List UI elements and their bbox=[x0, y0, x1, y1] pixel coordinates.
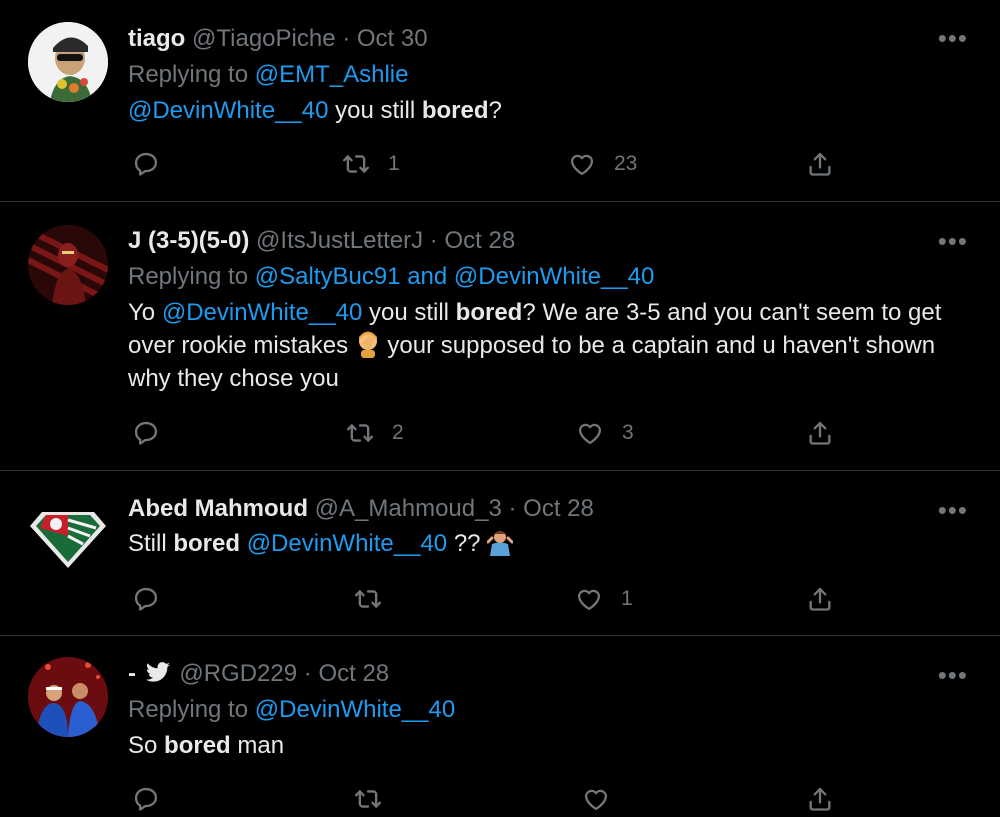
retweet-icon bbox=[346, 419, 374, 447]
replying-mention[interactable]: @SaltyBuc91 and @DevinWhite__40 bbox=[255, 263, 655, 290]
mention[interactable]: @DevinWhite__40 bbox=[247, 530, 447, 557]
user-handle[interactable]: @ItsJustLetterJ bbox=[256, 227, 423, 254]
highlight-text: bored bbox=[164, 732, 231, 759]
retweet-button[interactable] bbox=[354, 585, 400, 613]
retweet-button[interactable] bbox=[354, 785, 400, 813]
highlight-text: bored bbox=[173, 530, 241, 557]
text-fragment: ?? bbox=[447, 530, 488, 557]
replying-prefix: Replying to bbox=[128, 61, 249, 88]
like-count: 23 bbox=[614, 152, 638, 175]
reply-icon bbox=[132, 585, 160, 613]
reply-icon bbox=[132, 150, 160, 178]
highlight-text: bored bbox=[421, 97, 489, 124]
user-handle[interactable]: @TiagoPiche bbox=[192, 25, 336, 52]
tweet-date[interactable]: Oct 28 bbox=[444, 227, 515, 254]
tweet-text: So bored man bbox=[128, 729, 980, 762]
avatar[interactable] bbox=[28, 657, 108, 737]
reply-button[interactable] bbox=[132, 150, 178, 178]
like-icon bbox=[568, 150, 596, 178]
like-button[interactable]: 3 bbox=[576, 419, 634, 447]
reply-button[interactable] bbox=[132, 785, 178, 813]
retweet-icon bbox=[354, 585, 382, 613]
retweet-button[interactable]: 2 bbox=[346, 419, 404, 447]
mention[interactable]: @DevinWhite__40 bbox=[162, 299, 362, 326]
replying-to: Replying to @SaltyBuc91 and @DevinWhite_… bbox=[128, 262, 980, 292]
text-fragment: you still bbox=[328, 97, 422, 124]
text-fragment: So bbox=[128, 732, 165, 759]
replying-mention[interactable]: @EMT_Ashlie bbox=[255, 61, 409, 88]
avatar[interactable] bbox=[28, 496, 108, 576]
share-button[interactable] bbox=[806, 150, 834, 178]
like-icon bbox=[576, 419, 604, 447]
text-fragment: you still bbox=[362, 299, 456, 326]
reply-button[interactable] bbox=[132, 585, 178, 613]
like-count: 1 bbox=[621, 587, 633, 610]
text-fragment: man bbox=[230, 732, 285, 759]
tweet[interactable]: ••• Abed Mahmoud @A_Mahmoud_3 · Oct 28 S… bbox=[0, 472, 1000, 636]
separator-dot: · bbox=[342, 25, 351, 52]
like-button[interactable] bbox=[582, 785, 628, 813]
display-name[interactable]: J (3-5)(5-0) bbox=[128, 227, 249, 254]
tweet-date[interactable]: Oct 28 bbox=[318, 660, 389, 687]
separator-dot: · bbox=[508, 495, 517, 522]
retweet-count: 1 bbox=[388, 152, 400, 175]
text-fragment: Still bbox=[128, 530, 174, 557]
shrug-emoji-icon bbox=[487, 531, 514, 556]
mention[interactable]: @DevinWhite__40 bbox=[128, 97, 328, 124]
tweet-date[interactable]: Oct 28 bbox=[523, 495, 594, 522]
share-icon bbox=[806, 150, 834, 178]
tweet[interactable]: ••• J (3-5)(5-0) @ItsJustLetterJ · Oct 2… bbox=[0, 203, 1000, 471]
text-fragment: Yo bbox=[128, 299, 162, 326]
replying-prefix: Replying to bbox=[128, 263, 249, 290]
separator-dot: · bbox=[429, 227, 438, 254]
facepalm-emoji-icon bbox=[358, 331, 377, 358]
share-button[interactable] bbox=[806, 585, 834, 613]
text-fragment: ? bbox=[488, 97, 502, 124]
reply-icon bbox=[132, 785, 160, 813]
tweet-text: @DevinWhite__40 you still bored? bbox=[128, 94, 980, 127]
retweet-button[interactable]: 1 bbox=[342, 150, 400, 178]
tweet-text: Still bored @DevinWhite__40 ?? bbox=[128, 527, 980, 560]
reply-icon bbox=[132, 419, 160, 447]
display-name[interactable]: - bbox=[128, 660, 136, 687]
replying-to: Replying to @DevinWhite__40 bbox=[128, 695, 980, 725]
tweet-text: Yo @DevinWhite__40 you still bored? We a… bbox=[128, 296, 980, 395]
share-icon bbox=[806, 419, 834, 447]
user-handle[interactable]: @A_Mahmoud_3 bbox=[315, 495, 502, 522]
replying-to: Replying to @EMT_Ashlie bbox=[128, 60, 980, 90]
like-icon bbox=[582, 785, 610, 813]
reply-button[interactable] bbox=[132, 419, 178, 447]
retweet-count: 2 bbox=[392, 421, 404, 444]
share-icon bbox=[806, 585, 834, 613]
share-icon bbox=[806, 785, 834, 813]
retweet-icon bbox=[354, 785, 382, 813]
display-name[interactable]: Abed Mahmoud bbox=[128, 495, 308, 522]
share-button[interactable] bbox=[806, 785, 834, 813]
avatar[interactable] bbox=[28, 22, 108, 102]
like-button[interactable]: 1 bbox=[575, 585, 633, 613]
separator-dot: · bbox=[303, 660, 312, 687]
user-handle[interactable]: @RGD229 bbox=[179, 660, 297, 687]
tweet[interactable]: ••• - @RGD229 · Oct 28 Replying to @Devi… bbox=[0, 637, 1000, 817]
like-icon bbox=[575, 585, 603, 613]
text-fragment bbox=[240, 530, 247, 557]
tweet-date[interactable]: Oct 30 bbox=[357, 25, 428, 52]
retweet-icon bbox=[342, 150, 370, 178]
reply-feed: ••• tiago @TiagoPiche · Oct 30 Replying … bbox=[0, 0, 1000, 817]
display-name[interactable]: tiago bbox=[128, 25, 185, 52]
tweet[interactable]: ••• tiago @TiagoPiche · Oct 30 Replying … bbox=[0, 0, 1000, 202]
replying-prefix: Replying to bbox=[128, 696, 249, 723]
avatar[interactable] bbox=[28, 225, 108, 305]
like-button[interactable]: 23 bbox=[568, 150, 637, 178]
share-button[interactable] bbox=[806, 419, 834, 447]
bird-icon bbox=[145, 662, 170, 682]
highlight-text: bored bbox=[455, 299, 523, 326]
like-count: 3 bbox=[622, 421, 634, 444]
replying-mention[interactable]: @DevinWhite__40 bbox=[255, 696, 455, 723]
